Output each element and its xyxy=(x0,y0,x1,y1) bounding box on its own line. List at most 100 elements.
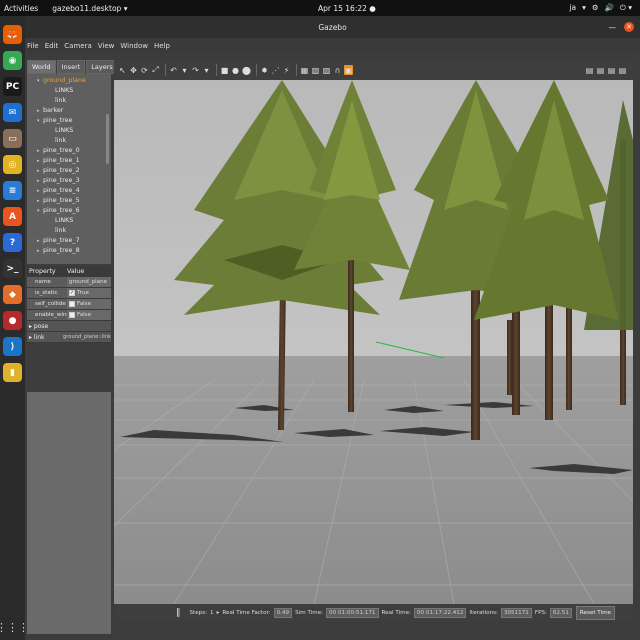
activities-button[interactable]: Activities xyxy=(4,4,38,13)
checkbox[interactable]: ✓ xyxy=(69,290,75,296)
menu-edit[interactable]: Edit xyxy=(45,42,59,50)
power-icon[interactable]: ⏻ ▾ xyxy=(620,3,632,13)
screen-recorder-icon[interactable]: ● xyxy=(3,311,22,330)
tree-item[interactable]: link xyxy=(27,226,111,236)
log-icon[interactable]: ▤ xyxy=(596,65,605,75)
real-time-value: 00 01:17:22.412 xyxy=(413,608,467,618)
reset-time-button[interactable]: Reset Time xyxy=(575,606,615,620)
input-method-indicator[interactable]: ja xyxy=(569,3,576,13)
tree-item[interactable]: ▸ pine_tree_0 xyxy=(27,146,111,156)
toolbar-tool-icon[interactable]: ✥ xyxy=(129,65,138,75)
tree-item[interactable]: ▾ pine_tree xyxy=(27,116,111,126)
toolbar-tool-icon[interactable]: ∩ xyxy=(333,65,342,75)
clock[interactable]: Apr 15 16:22 ● xyxy=(318,4,376,13)
rhythmbox-icon[interactable]: ◎ xyxy=(3,155,22,174)
tree-item[interactable]: LINKS xyxy=(27,216,111,226)
tree-item[interactable]: ▸ pine_tree_5 xyxy=(27,196,111,206)
gazebo-icon[interactable]: ◆ xyxy=(3,285,22,304)
toolbar-tool-icon[interactable]: ⬤ xyxy=(242,65,251,75)
fps-label: FPS: xyxy=(534,610,547,616)
pause-button[interactable]: ‖ xyxy=(176,608,181,618)
tree-item[interactable]: ▾ ground_plane xyxy=(27,76,111,86)
toolbar-tool-icon[interactable]: ⚡ xyxy=(282,65,291,75)
toolbar-tool-icon[interactable]: ⤢ xyxy=(151,65,160,75)
vscode-icon[interactable]: ⟩ xyxy=(3,337,22,356)
toolbar-tool-icon[interactable]: ↶ xyxy=(169,65,178,75)
toolbar-tool-icon[interactable]: ▨ xyxy=(322,65,331,75)
tab-insert[interactable]: Insert xyxy=(56,60,86,74)
tray-dropdown-icon[interactable]: ▾ xyxy=(582,3,586,13)
tree-item-label: link xyxy=(55,227,67,234)
toolbar-tool-icon[interactable]: ▣ xyxy=(344,65,353,75)
tab-world[interactable]: World xyxy=(27,60,56,74)
pycharm-icon[interactable]: PC xyxy=(3,77,22,96)
menu-window[interactable]: Window xyxy=(120,42,148,50)
checkbox[interactable] xyxy=(69,301,75,307)
tree-item[interactable]: link xyxy=(27,136,111,146)
tree-item[interactable]: ▸ barker xyxy=(27,106,111,116)
tree-item[interactable]: ▸ pine_tree_7 xyxy=(27,236,111,246)
tree-item[interactable]: ▸ pine_tree_3 xyxy=(27,176,111,186)
toolbar-tool-icon[interactable]: ↖ xyxy=(118,65,127,75)
toolbar-tool-icon[interactable]: ↷ xyxy=(191,65,200,75)
network-icon[interactable]: ⚙ xyxy=(592,3,599,13)
property-value-cell[interactable]: ground_plane xyxy=(67,277,111,287)
tree-item-label: link xyxy=(55,97,67,104)
toolbar-tool-icon[interactable]: ✸ xyxy=(260,65,269,75)
thunderbird-icon[interactable]: ✉ xyxy=(3,103,22,122)
toolbar-tool-icon[interactable]: ▾ xyxy=(180,65,189,75)
tree-item[interactable]: LINKS xyxy=(27,126,111,136)
tree-item[interactable]: ▸ pine_tree_2 xyxy=(27,166,111,176)
property-group[interactable]: ▸ pose xyxy=(27,321,111,332)
step-arrow-icon[interactable]: ▸ xyxy=(217,610,220,616)
app-menu[interactable]: gazebo11.desktop ▾ xyxy=(52,4,127,13)
toolbar-tool-icon[interactable]: ▦ xyxy=(300,65,309,75)
property-value-cell[interactable]: False xyxy=(67,299,111,309)
toolbar-tool-icon[interactable]: ⋰ xyxy=(271,65,280,75)
minimize-icon[interactable]: — xyxy=(609,23,617,32)
tree-scrollbar[interactable] xyxy=(106,114,109,164)
title-bar[interactable]: Gazebo — ✕ xyxy=(25,16,640,38)
menu-view[interactable]: View xyxy=(98,42,115,50)
menu-file[interactable]: File xyxy=(27,42,39,50)
property-group[interactable]: ▸ link ground_plane::link xyxy=(27,332,111,343)
video-icon[interactable]: ▤ xyxy=(607,65,616,75)
toolbar-tool-icon[interactable]: ⟳ xyxy=(140,65,149,75)
software-icon[interactable]: A xyxy=(3,207,22,226)
checkbox[interactable] xyxy=(69,312,75,318)
tree-item[interactable]: LINKS xyxy=(27,86,111,96)
toolbar-tool-icon[interactable]: ■ xyxy=(220,65,229,75)
tree-item[interactable]: ▸ pine_tree_1 xyxy=(27,156,111,166)
toolbar-tool-icon[interactable]: ▾ xyxy=(202,65,211,75)
window-title: Gazebo xyxy=(318,22,347,32)
firefox-icon[interactable]: 🦊 xyxy=(3,25,22,44)
notes-icon[interactable]: ▮ xyxy=(3,363,22,382)
menu-camera[interactable]: Camera xyxy=(64,42,91,50)
system-tray[interactable]: ja ▾ ⚙ 🔊 ⏻ ▾ xyxy=(569,3,632,13)
terminal-icon[interactable]: >_ xyxy=(3,259,22,278)
tree-item[interactable]: ▸ pine_tree_8 xyxy=(27,246,111,256)
steps-value[interactable]: 1 xyxy=(210,610,214,616)
help-icon[interactable]: ? xyxy=(3,233,22,252)
volume-icon[interactable]: 🔊 xyxy=(605,3,614,13)
tree-item[interactable]: link xyxy=(27,96,111,106)
tree-item-label: barker xyxy=(43,107,64,114)
scene-render xyxy=(114,80,633,604)
property-value-cell[interactable]: ✓ True xyxy=(67,288,111,298)
fullscreen-icon[interactable]: ▤ xyxy=(618,65,627,75)
toolbar-tool-icon[interactable]: ▧ xyxy=(311,65,320,75)
tree-item[interactable]: ▾ pine_tree_6 xyxy=(27,206,111,216)
menu-help[interactable]: Help xyxy=(154,42,170,50)
real-time-label: Real Time: xyxy=(381,610,411,616)
property-value-cell[interactable]: False xyxy=(67,310,111,320)
chrome-icon[interactable]: ◉ xyxy=(3,51,22,70)
toolbar-tool-icon[interactable]: ● xyxy=(231,65,240,75)
writer-icon[interactable]: ≡ xyxy=(3,181,22,200)
tree-item[interactable]: ▸ pine_tree_4 xyxy=(27,186,111,196)
scene-viewport[interactable] xyxy=(114,80,633,604)
close-icon[interactable]: ✕ xyxy=(624,22,634,32)
screenshot-icon[interactable]: ▤ xyxy=(585,65,594,75)
property-value: ground_plane xyxy=(69,278,108,285)
property-key: enable_wind xyxy=(27,310,70,320)
files-icon[interactable]: ▭ xyxy=(3,129,22,148)
